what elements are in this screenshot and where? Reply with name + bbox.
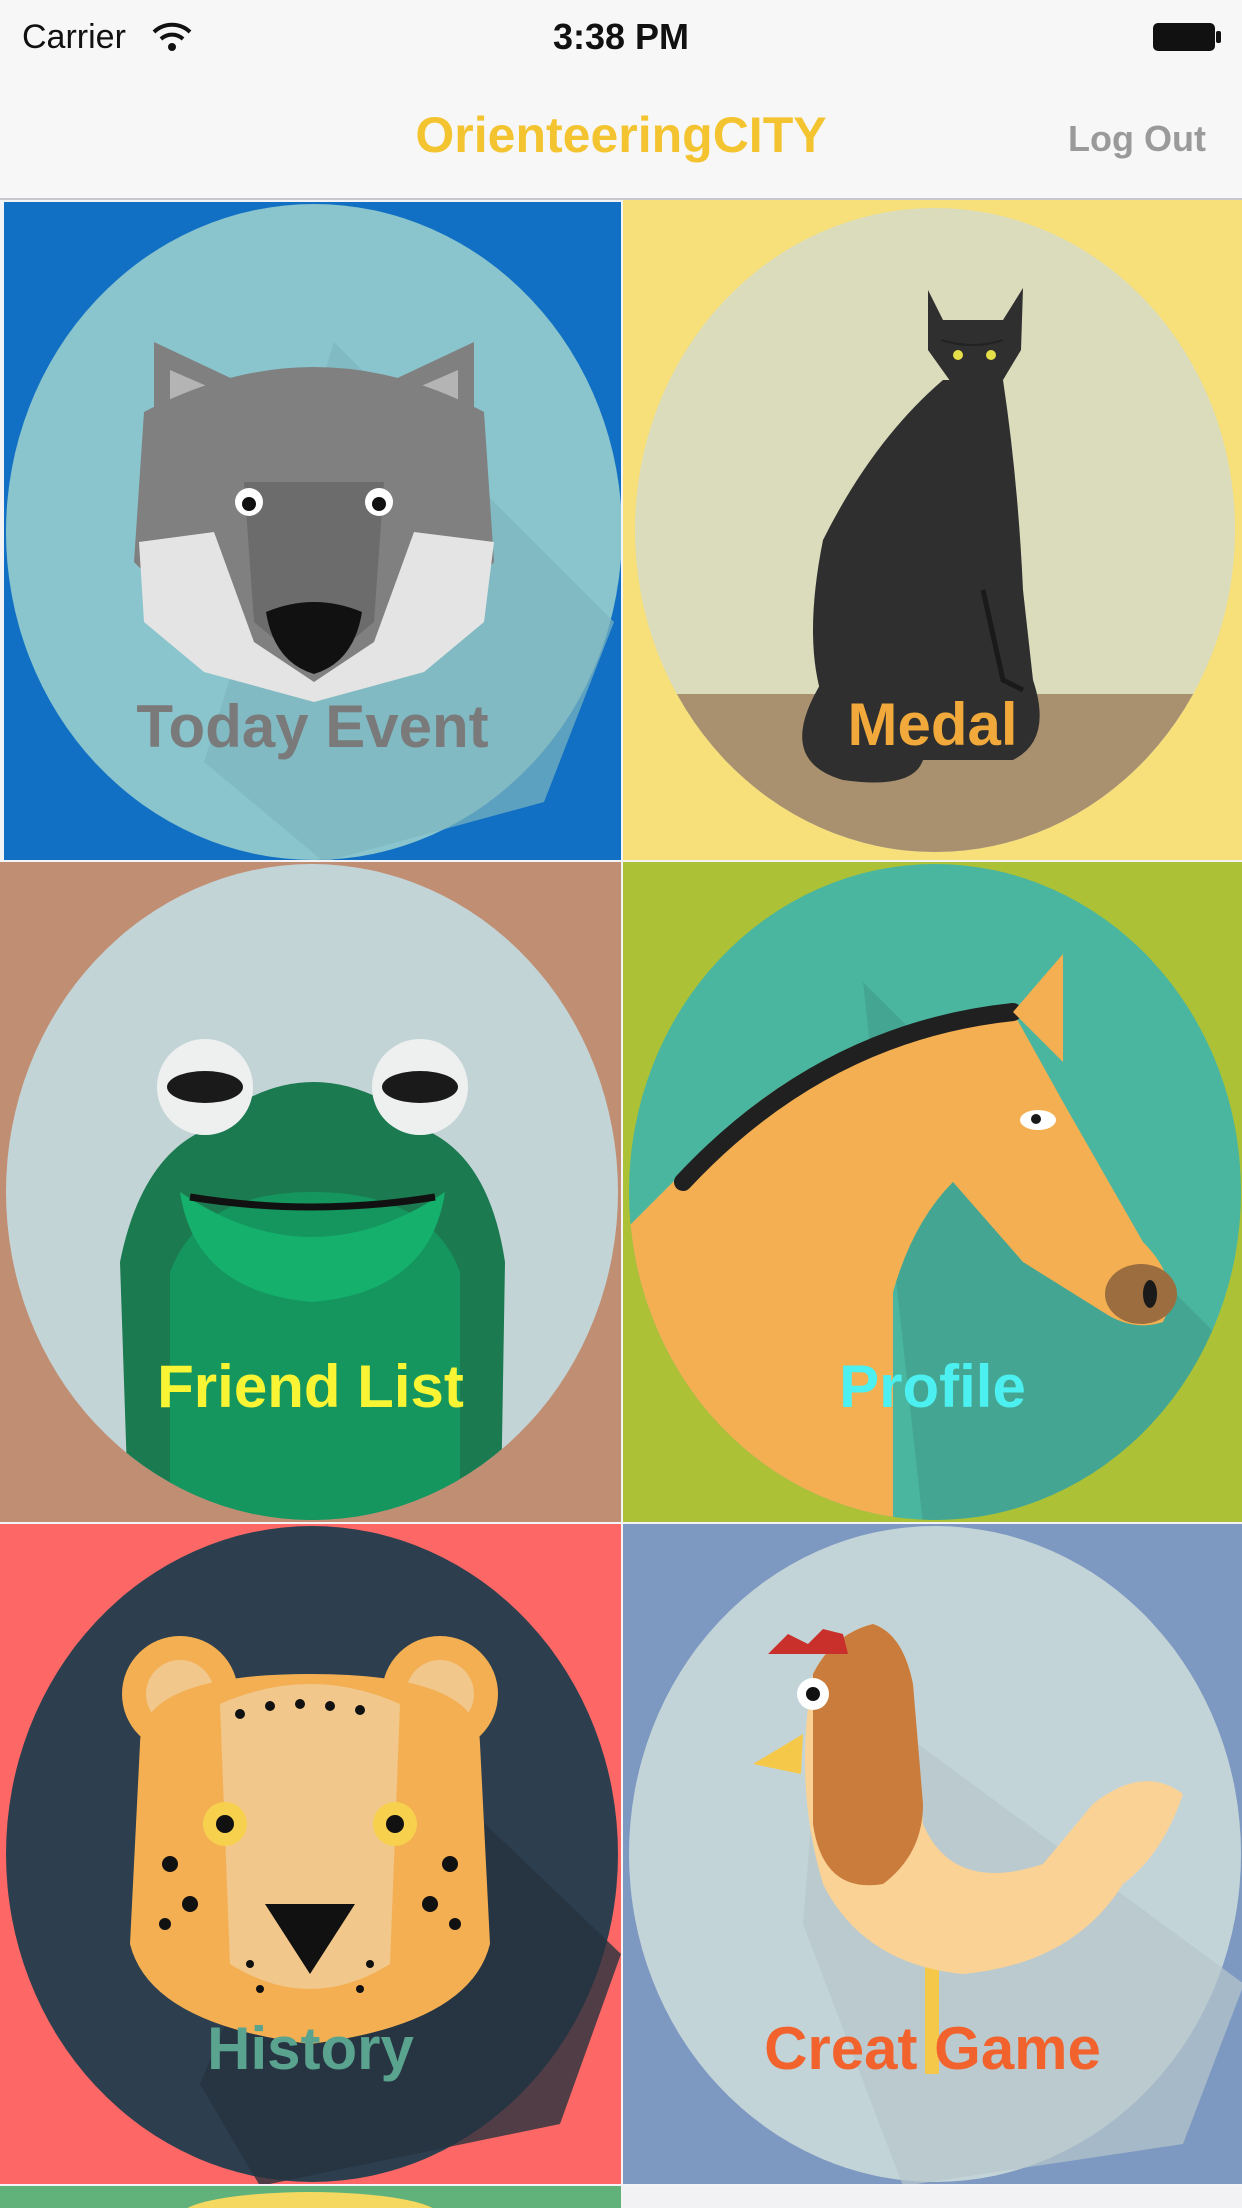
tile-label-history: History: [207, 2015, 414, 2082]
battery-icon: [1153, 23, 1221, 51]
tile-profile[interactable]: Profile: [623, 862, 1242, 1522]
clock-time: 3:38 PM: [552, 16, 690, 57]
frog-icon: [0, 862, 621, 1522]
tile-history[interactable]: History: [0, 1524, 621, 2184]
status-bar: Carrier 3:38 PM: [0, 0, 1242, 80]
tile-label-friend-list: Friend List: [157, 1353, 464, 1420]
navigation-bar: OrienteeringCITY Log Out: [0, 80, 1242, 200]
tile-label-profile: Profile: [839, 1353, 1026, 1420]
tile-label-medal: Medal: [847, 691, 1018, 758]
leopard-icon: [0, 1524, 621, 2184]
next-tile-partial: [0, 2186, 1242, 2208]
tile-friend-list[interactable]: Friend List: [0, 862, 621, 1522]
cat-icon: [623, 200, 1242, 860]
wolf-icon: [4, 202, 621, 860]
app-title: OrienteeringCITY: [415, 107, 827, 163]
tile-label-today-event: Today Event: [136, 693, 489, 760]
logout-button[interactable]: Log Out: [1068, 118, 1206, 160]
tile-medal[interactable]: Medal: [623, 200, 1242, 860]
horse-icon: [623, 862, 1242, 1522]
tile-label-creat-game: Creat Game: [764, 2015, 1101, 2082]
chicken-icon: [623, 1524, 1242, 2184]
tile-creat-game[interactable]: Creat Game: [623, 1524, 1242, 2184]
tile-today-event[interactable]: Today Event: [4, 202, 621, 860]
